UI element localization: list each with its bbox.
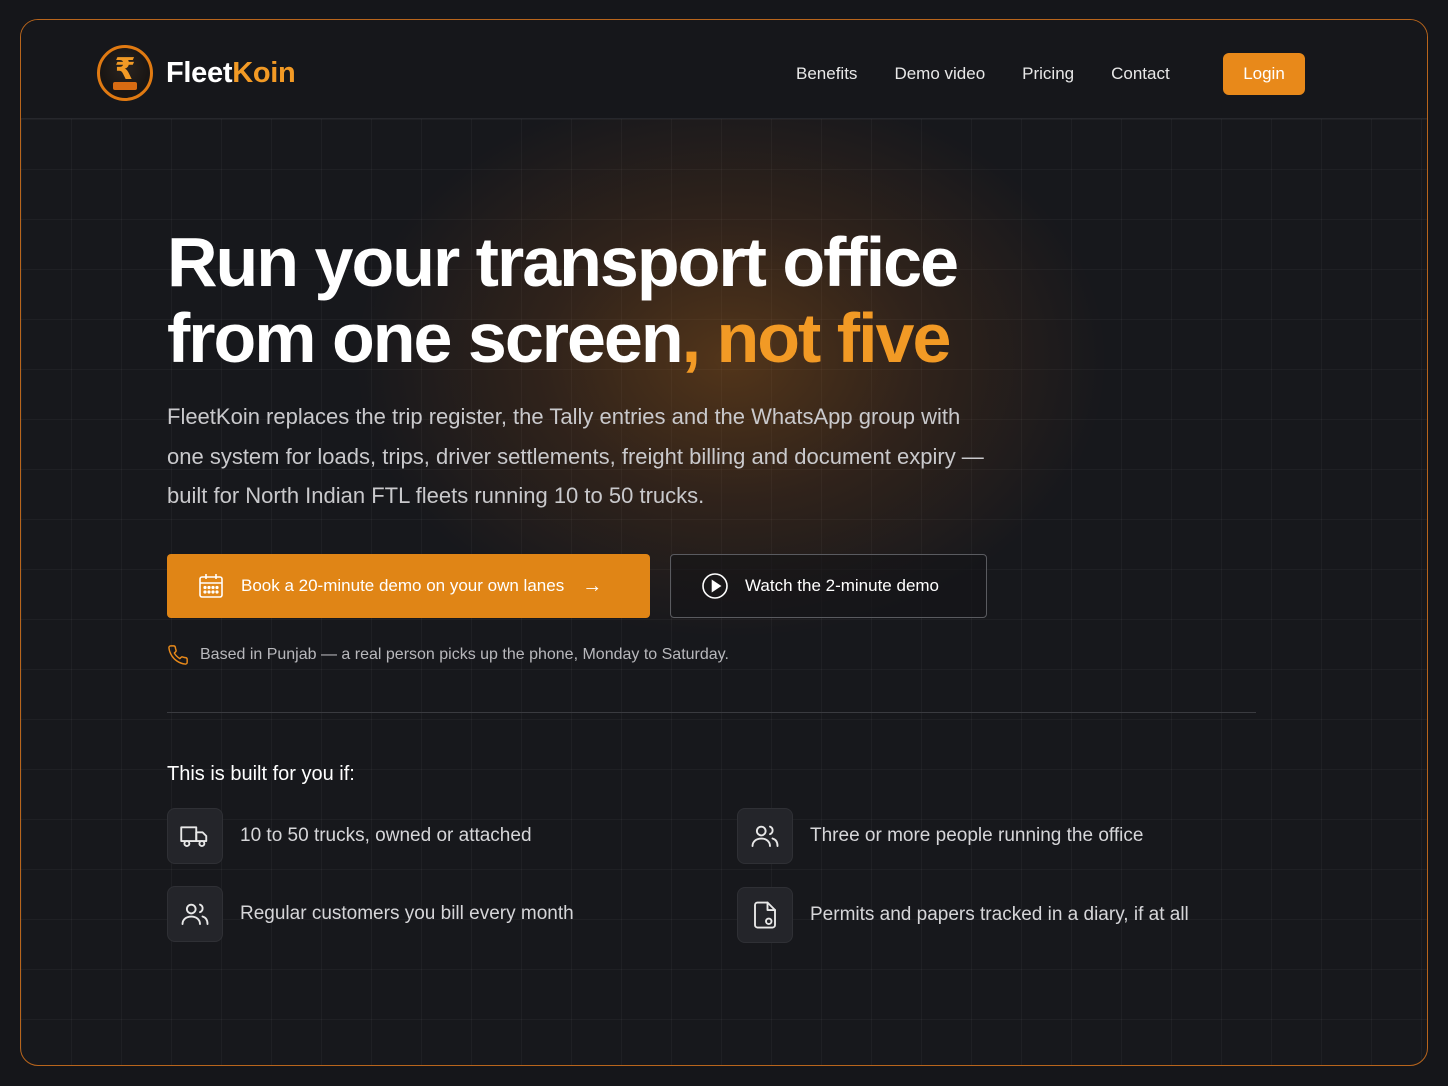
feature-item-trucks: 10 to 50 trucks, owned or attached [167,808,532,864]
brand-name-part2: Koin [232,56,296,89]
nav-link-demo-video[interactable]: Demo video [894,64,985,84]
hero-title: Run your transport office from one scree… [167,224,1067,376]
login-button[interactable]: Login [1223,53,1305,95]
phone-note-text: Based in Punjab — a real person picks up… [200,646,729,663]
built-for-title: This is built for you if: [167,763,355,785]
feature-text-documents: Permits and papers tracked in a diary, i… [810,904,1189,925]
page-frame: ₹ FleetKoin Benefits Demo video Pricing … [20,19,1428,1066]
play-icon [702,573,728,599]
logo[interactable]: ₹ FleetKoin [97,45,296,101]
truck-icon [167,808,223,864]
brand-name: FleetKoin [166,56,296,90]
feature-item-customers: Regular customers you bill every month [167,886,574,942]
hero-title-line1: Run your transport office [167,223,959,301]
rupee-icon: ₹ [114,53,136,86]
section-divider [167,712,1256,713]
feature-text-customers: Regular customers you bill every month [240,903,574,924]
nav-links: Benefits Demo video Pricing Contact [796,64,1207,84]
document-icon [737,887,793,943]
phone-note: Based in Punjab — a real person picks up… [167,644,729,666]
feature-text-office: Three or more people running the office [810,825,1144,846]
hero-title-line2: from one screen [167,299,684,377]
feature-text-trucks: 10 to 50 trucks, owned or attached [240,825,532,846]
calendar-icon [199,574,223,598]
phone-icon [168,645,188,665]
customers-icon [167,886,223,942]
feature-item-documents: Permits and papers tracked in a diary, i… [737,887,1189,943]
logo-icon: ₹ [97,45,153,101]
nav-link-contact[interactable]: Contact [1111,64,1170,84]
nav-link-pricing[interactable]: Pricing [1022,64,1074,84]
users-icon [737,808,793,864]
truck-mark-icon [113,82,137,90]
hero-title-accent: , not five [681,299,952,377]
book-demo-label: Book a 20-minute demo on your own lanes [241,576,565,595]
feature-item-office: Three or more people running the office [737,808,1143,864]
watch-demo-label: Watch the 2-minute demo [745,576,940,595]
watch-demo-button[interactable]: Watch the 2-minute demo [670,554,987,618]
top-nav: ₹ FleetKoin Benefits Demo video Pricing … [21,20,1427,119]
nav-link-benefits[interactable]: Benefits [796,64,857,84]
brand-name-part1: Fleet [166,56,233,89]
arrow-right-icon: → [582,574,603,597]
hero-subtitle: FleetKoin replaces the trip register, th… [167,404,984,508]
book-demo-button[interactable]: Book a 20-minute demo on your own lanes … [167,554,650,618]
